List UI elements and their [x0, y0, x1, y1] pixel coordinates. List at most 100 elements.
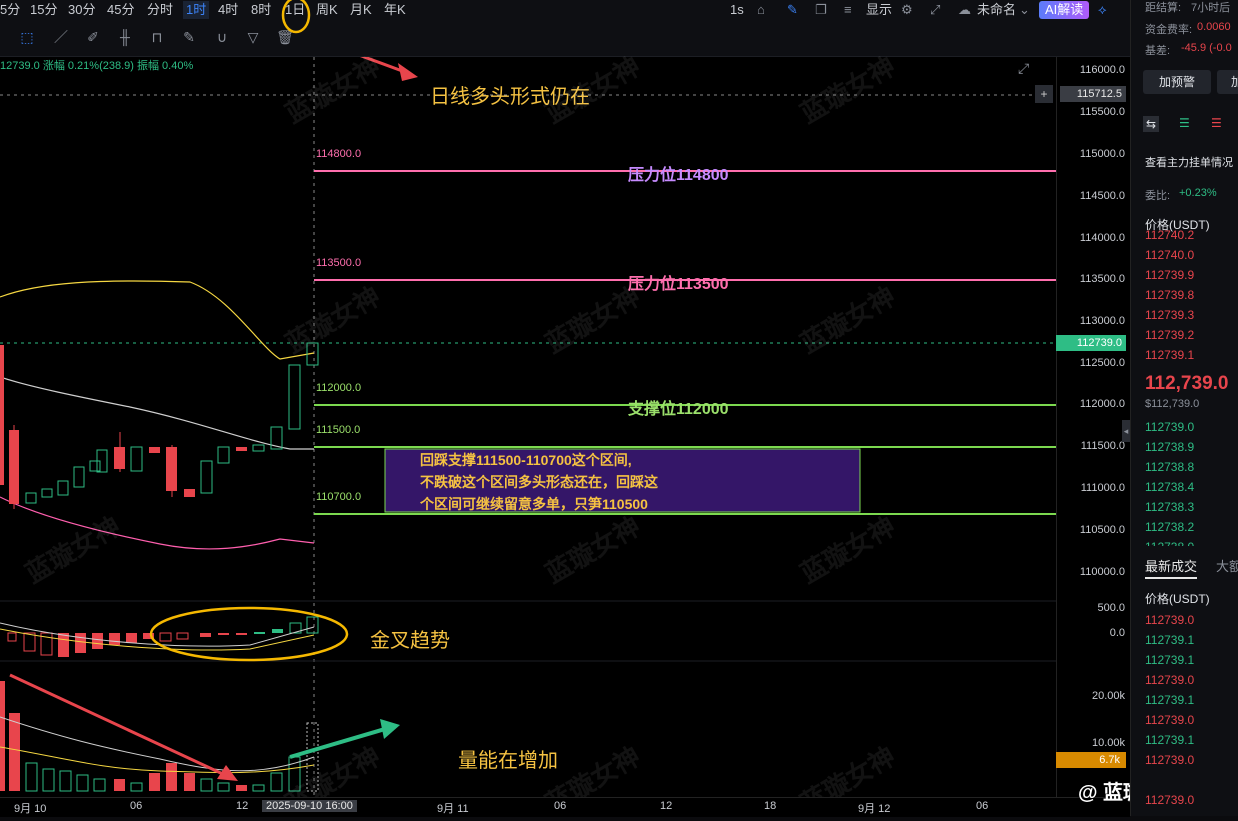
orderbook-bids-icon[interactable]: ☰	[1179, 116, 1190, 130]
y-tick: 110000.0	[1079, 566, 1125, 578]
label-111500: 111500.0	[316, 424, 361, 436]
fullscreen-icon[interactable]: ⤢	[930, 1, 940, 19]
ask-price[interactable]: 112739.8	[1145, 288, 1194, 302]
tf-5m[interactable]: 5分	[0, 1, 20, 19]
trade-price: 112739.1	[1145, 653, 1195, 667]
display-button[interactable]: 显示	[866, 1, 892, 19]
tf-timeshare[interactable]: 分时	[147, 1, 173, 19]
add-line-icon[interactable]: +	[1035, 85, 1053, 103]
ask-price[interactable]: 112739.9	[1145, 268, 1194, 282]
trade-price: 112739.1	[1145, 733, 1195, 747]
candle	[0, 345, 4, 485]
trade-price: 112739.0	[1145, 613, 1195, 627]
funding-value: 0.0060	[1197, 21, 1231, 33]
y-tick: 114000.0	[1079, 232, 1125, 244]
copy-icon[interactable]: ❐	[815, 1, 827, 19]
brush-icon[interactable]: ✐	[84, 28, 102, 46]
ask-price[interactable]: 112739.3	[1145, 308, 1194, 322]
macd-histogram	[7, 616, 319, 657]
menu-icon[interactable]: ≡	[844, 1, 852, 19]
bid-price[interactable]: 112738.0	[1145, 540, 1194, 546]
bid-price[interactable]: 112739.0	[1145, 420, 1194, 434]
y-tick: 115000.0	[1079, 148, 1125, 160]
golden-cross-note: 金叉趋势	[370, 630, 450, 652]
tf-week[interactable]: 周K	[316, 1, 338, 19]
drawing-toolbar	[0, 20, 1130, 57]
lock-icon[interactable]: ⊓	[148, 28, 166, 46]
label-113500: 113500.0	[316, 257, 362, 269]
timeframe-bar: 5分 15分 30分 45分 分时 1时 4时 8时 1日 周K 月K 年K 1…	[0, 0, 1130, 20]
trade-price: 112739.1	[1145, 633, 1195, 647]
tf-year[interactable]: 年K	[384, 1, 406, 19]
tab-latest-trades[interactable]: 最新成交	[1145, 556, 1198, 579]
bid-price[interactable]: 112738.9	[1145, 440, 1194, 454]
pencil-icon[interactable]: ✎	[787, 1, 798, 19]
candles-icon[interactable]: ╫	[116, 28, 134, 46]
ask-price[interactable]: 112739.2	[1145, 328, 1194, 342]
market-sidebar: 距结算: 7小时后 资金费率: 0.0060 基差: -45.9 (-0.0 加…	[1130, 0, 1238, 816]
info-change: 涨幅 0.21%(238.9)	[42, 60, 134, 72]
bid-price[interactable]: 112738.2	[1145, 520, 1194, 534]
label-112000: 112000.0	[316, 382, 362, 394]
volume-tag: 6.7k	[1056, 752, 1126, 768]
orderbook-title[interactable]: 查看主力挂单情况	[1145, 154, 1233, 170]
gear-icon[interactable]: ⚙	[901, 1, 913, 19]
label-114800: 114800.0	[316, 148, 362, 160]
line-tool-icon[interactable]: ／	[52, 28, 70, 46]
golden-cross-circle	[149, 606, 349, 662]
candle	[73, 466, 85, 488]
tf-month[interactable]: 月K	[350, 1, 372, 19]
ai-button[interactable]: AI解读	[1039, 1, 1090, 19]
tf-30m[interactable]: 30分	[68, 1, 95, 19]
pressure-label-113500: 压力位113500	[628, 276, 729, 293]
ask-price[interactable]: 112740.2	[1145, 228, 1194, 242]
ask-price[interactable]: 112740.0	[1145, 248, 1194, 262]
bid-price[interactable]: 112738.4	[1145, 480, 1194, 494]
candle	[130, 446, 143, 472]
info-amplitude: 振幅 0.40%	[137, 60, 194, 72]
note-icon[interactable]: ✎	[180, 28, 198, 46]
arrow-red-volume	[9, 673, 238, 781]
candle	[236, 447, 247, 451]
layout-name[interactable]: 未命名	[977, 1, 1016, 19]
price-axis[interactable]: 116000.0 115500.0 115000.0 114500.0 1140…	[1056, 57, 1131, 797]
timeframe-1d-circle	[281, 0, 311, 34]
boll-mid-line	[0, 376, 314, 450]
orderbook-both-icon[interactable]: ⇆	[1143, 116, 1160, 132]
boll-upper-line	[0, 280, 315, 360]
tab-large-trades[interactable]: 大额	[1216, 556, 1238, 575]
cursor-icon[interactable]: ⬚	[18, 28, 36, 46]
interval-selector[interactable]: 1s	[730, 1, 744, 19]
label-110700: 110700.0	[316, 491, 362, 503]
add-alert-button[interactable]: 加预警	[1143, 70, 1211, 94]
trades-price-header: 价格(USDT)	[1145, 592, 1210, 606]
bid-price[interactable]: 112738.8	[1145, 460, 1194, 474]
camera-icon[interactable]: ⌂	[757, 1, 765, 19]
chevron-down-icon[interactable]: ⌄	[1019, 1, 1030, 19]
magnet-icon[interactable]: ∪	[213, 28, 231, 46]
expand-icon[interactable]: ⤢	[1018, 60, 1029, 77]
time-axis[interactable]: 9月 10 06 12 2025-09-10 16:00 9月 11 06 12…	[0, 797, 1130, 817]
candle	[288, 364, 301, 430]
share-icon[interactable]: ⟡	[1098, 1, 1107, 19]
ask-price[interactable]: 112739.1	[1145, 348, 1194, 362]
filter-icon[interactable]: ▽	[244, 28, 262, 46]
kline-chart[interactable]	[0, 57, 1056, 797]
x-tick: 12	[660, 800, 673, 812]
bid-price[interactable]: 112738.3	[1145, 500, 1194, 514]
add-button[interactable]: 加	[1217, 70, 1238, 94]
orderbook-asks-icon[interactable]: ☰	[1211, 116, 1222, 130]
candles	[0, 342, 319, 509]
tf-1h[interactable]: 1时	[183, 1, 210, 19]
settle-value: 7小时后	[1191, 2, 1231, 14]
x-tick: 06	[554, 800, 567, 812]
pressure-label-114800: 压力位114800	[628, 167, 729, 184]
tf-4h[interactable]: 4时	[218, 1, 238, 19]
tf-45m[interactable]: 45分	[107, 1, 134, 19]
support-zone-note: 回踩支撑111500-110700这个区间, 不跌破这个区间多头形态还在，回踩这…	[420, 449, 658, 515]
y-tick: 114500.0	[1079, 190, 1125, 202]
collapse-sidebar-handle[interactable]: ◂	[1122, 420, 1130, 442]
tf-15m[interactable]: 15分	[30, 1, 57, 19]
tf-8h[interactable]: 8时	[251, 1, 271, 19]
y-tick: 111500.0	[1080, 440, 1125, 452]
